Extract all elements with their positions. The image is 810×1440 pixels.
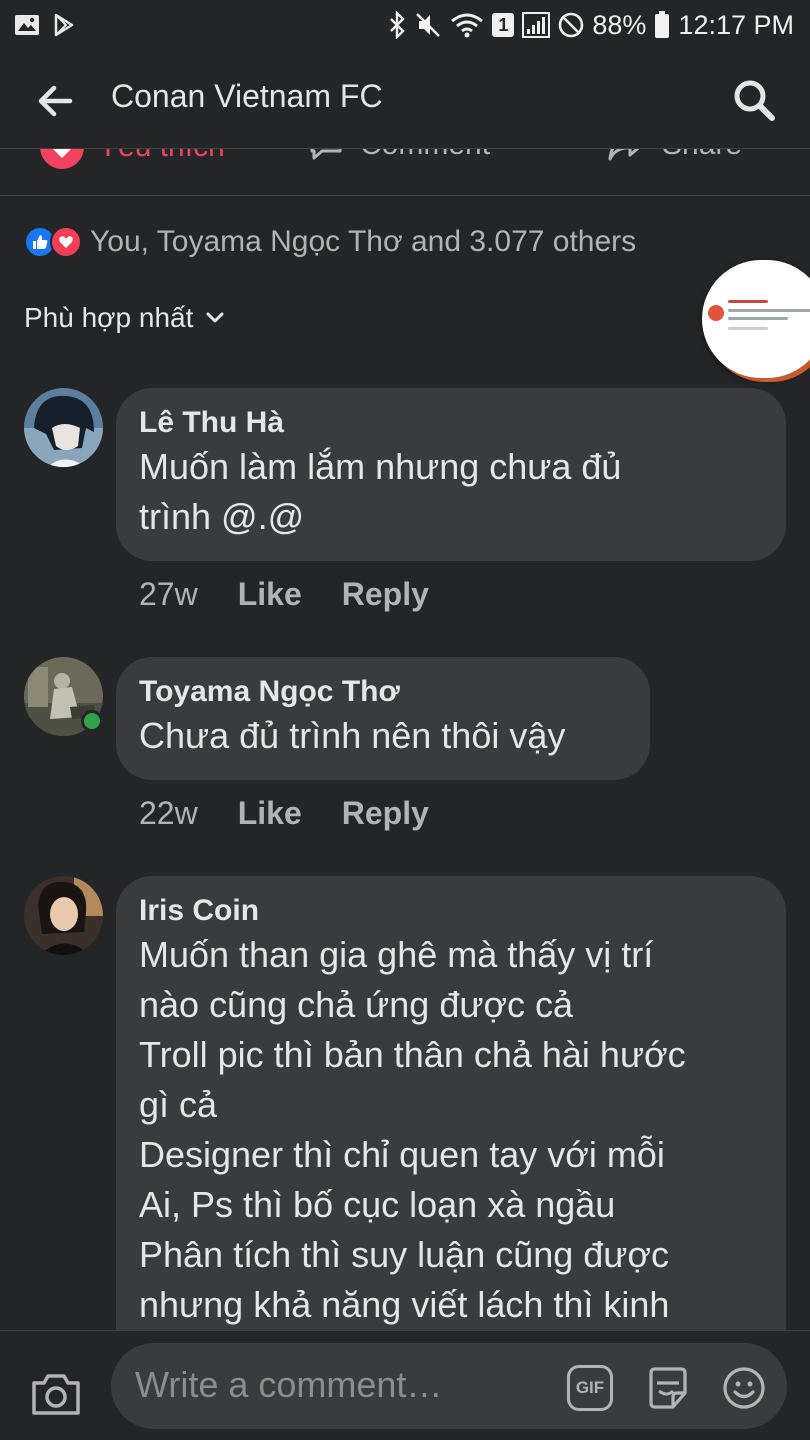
comment-like-button[interactable]: Like [238, 576, 302, 613]
comment-bubble[interactable]: Toyama Ngọc Thơ Chưa đủ trình nên thôi v… [116, 657, 650, 780]
status-bar: 1 88% 12:17 PM [0, 0, 810, 50]
bluetooth-icon [388, 11, 406, 39]
sort-label: Phù hợp nhất [24, 302, 194, 333]
heart-icon [40, 149, 84, 169]
search-button[interactable] [730, 76, 778, 124]
comment-reply-button[interactable]: Reply [342, 795, 429, 832]
share-icon [608, 149, 640, 161]
share-label: Share [662, 149, 742, 162]
chat-head-preview-line [728, 327, 768, 330]
mute-icon [414, 11, 442, 39]
comment-input-container[interactable]: GIF [111, 1343, 787, 1429]
love-reaction-icon [50, 226, 82, 258]
emoji-button[interactable] [721, 1365, 767, 1411]
comment-icon [310, 149, 342, 160]
avatar[interactable] [24, 388, 103, 467]
no-disturb-icon [558, 12, 584, 38]
avatar[interactable] [24, 876, 103, 955]
signal-icon [522, 12, 551, 38]
chat-head-preview-line [728, 317, 788, 320]
post-actions: Yêu thích Comment Share [0, 148, 810, 196]
comment-input[interactable] [135, 1361, 555, 1409]
online-status-dot [81, 710, 103, 732]
comment-meta: 27w Like Reply [139, 576, 429, 613]
play-store-icon [52, 13, 76, 37]
gif-button[interactable]: GIF [567, 1365, 613, 1411]
share-button[interactable]: Share [606, 149, 742, 165]
love-label: Yêu thích [98, 149, 225, 164]
page-title: Conan Vietnam FC [111, 78, 383, 114]
comment-meta: 22w Like Reply [139, 795, 429, 832]
sticker-icon [649, 1367, 687, 1409]
comment-like-button[interactable]: Like [238, 795, 302, 832]
chevron-down-icon [206, 312, 224, 323]
back-button[interactable] [34, 80, 76, 122]
reaction-summary[interactable]: You, Toyama Ngọc Thơ and 3.077 others [24, 222, 636, 262]
comment-author[interactable]: Toyama Ngọc Thơ [139, 673, 626, 711]
gallery-icon [14, 14, 40, 36]
app-header: Conan Vietnam FC [0, 50, 810, 150]
comment-composer-bar: GIF [0, 1330, 810, 1440]
comment-bubble[interactable]: Iris Coin Muốn than gia ghê mà thấy vị t… [116, 876, 786, 1396]
sticker-button[interactable] [643, 1363, 693, 1413]
chat-head-preview-line [728, 300, 768, 303]
comment-sort-dropdown[interactable]: Phù hợp nhất [24, 302, 227, 334]
comment-text: Muốn than gia ghê mà thấy vị trí nào cũn… [139, 934, 686, 1325]
comment-time: 27w [139, 576, 198, 612]
wifi-icon [450, 12, 484, 38]
comment-text: Chưa đủ trình nên thôi vậy [139, 715, 566, 756]
comment-author[interactable]: Iris Coin [139, 892, 762, 930]
camera-button[interactable] [30, 1371, 82, 1417]
camera-icon [32, 1374, 80, 1415]
gif-label: GIF [575, 1378, 605, 1397]
comment-text: Muốn làm lắm nhưng chưa đủ trình @.@ [139, 446, 622, 537]
chat-head-preview-line [728, 309, 810, 312]
comment-author[interactable]: Lê Thu Hà [139, 404, 762, 442]
battery-percent: 88% [592, 9, 647, 40]
comment-label: Comment [360, 149, 490, 162]
comment-time: 22w [139, 795, 198, 831]
search-icon [734, 80, 775, 121]
back-arrow-icon [38, 85, 73, 117]
chat-head-bubble[interactable] [702, 260, 810, 378]
emoji-icon [723, 1367, 765, 1409]
chat-head-heart-icon [708, 305, 724, 321]
comment-reply-button[interactable]: Reply [342, 576, 429, 613]
clock: 12:17 PM [678, 9, 794, 40]
love-reaction-button[interactable]: Yêu thích [40, 149, 225, 169]
comment-bubble[interactable]: Lê Thu Hà Muốn làm lắm nhưng chưa đủ trì… [116, 388, 786, 561]
battery-icon [654, 11, 670, 39]
sim-badge: 1 [492, 13, 515, 37]
reaction-text: You, Toyama Ngọc Thơ and 3.077 others [90, 225, 637, 258]
